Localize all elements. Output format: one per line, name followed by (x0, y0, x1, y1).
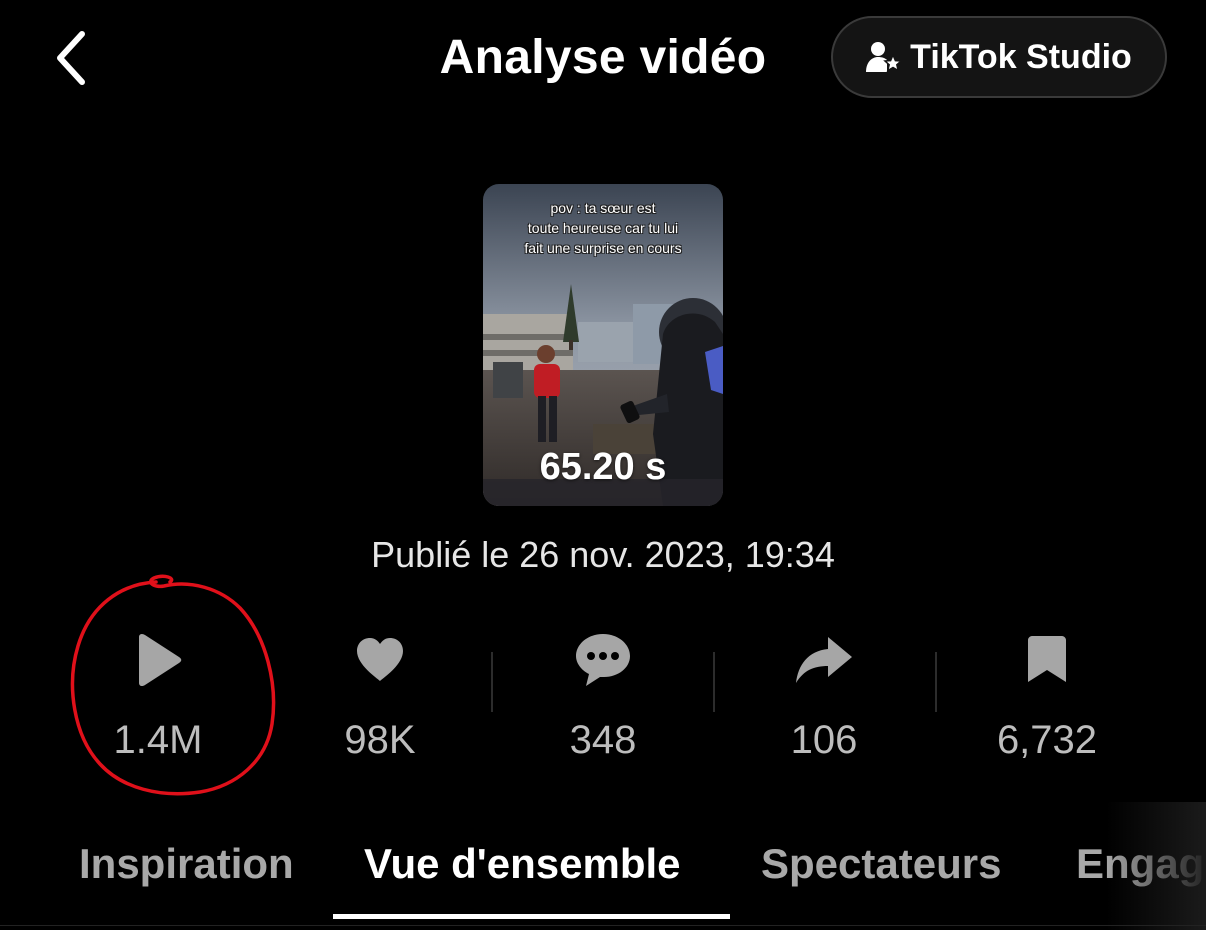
tab-bar: Inspiration Vue d'ensemble Spectateurs E… (0, 802, 1206, 930)
stat-likes: 98K (280, 628, 480, 768)
tiktok-studio-button[interactable]: TikTok Studio (831, 16, 1167, 98)
video-duration: 65.20 s (539, 446, 667, 488)
video-thumbnail[interactable]: pov : ta sœur est toute heureuse car tu … (483, 184, 723, 506)
video-caption-line: fait une surprise en cours (524, 240, 682, 256)
stat-comments: 348 (503, 628, 703, 768)
tab-spectateurs[interactable]: Spectateurs (761, 836, 1001, 892)
comments-count: 348 (569, 718, 637, 762)
stat-divider (491, 652, 493, 712)
share-arrow-icon (796, 637, 852, 683)
video-caption-line: pov : ta sœur est (550, 200, 656, 216)
shares-count: 106 (790, 718, 858, 762)
active-tab-indicator (333, 914, 730, 919)
likes-count: 98K (344, 718, 416, 762)
tab-vue-ensemble[interactable]: Vue d'ensemble (364, 836, 681, 892)
heart-icon (357, 638, 403, 681)
tab-inspiration[interactable]: Inspiration (79, 836, 294, 892)
stat-shares: 106 (724, 628, 924, 768)
saves-count: 6,732 (996, 718, 1098, 762)
tab-bar-divider (0, 925, 1206, 926)
stat-divider (713, 652, 715, 712)
stat-divider (935, 652, 937, 712)
video-caption-line: toute heureuse car tu lui (527, 220, 679, 236)
tabs-scroll-fade (1106, 802, 1206, 930)
stat-saves: 6,732 (947, 628, 1147, 768)
bookmark-icon (1028, 636, 1066, 682)
creator-star-icon (866, 42, 903, 73)
video-caption: pov : ta sœur est toute heureuse car tu … (493, 198, 713, 258)
red-circle-annotation (70, 574, 276, 796)
tiktok-studio-label: TikTok Studio (910, 37, 1132, 76)
comment-icon (576, 634, 630, 686)
